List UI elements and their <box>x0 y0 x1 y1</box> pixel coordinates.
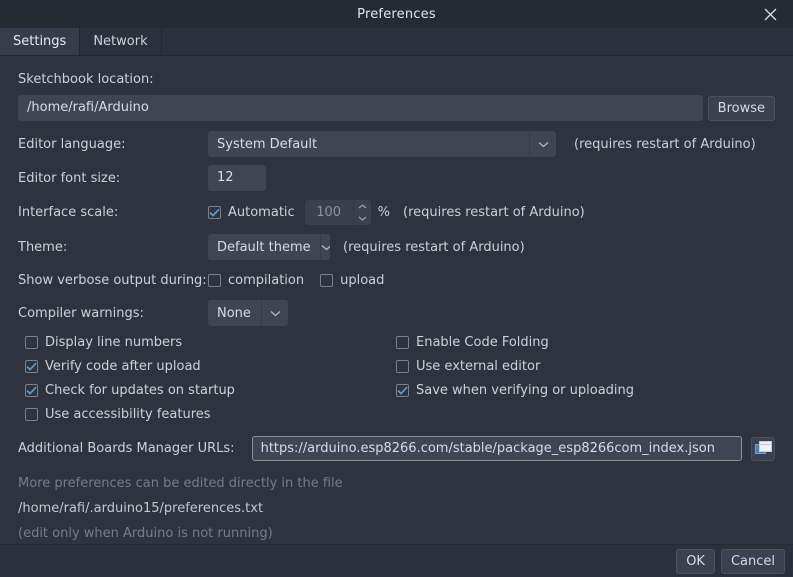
percent-sign: % <box>378 205 390 220</box>
theme-label: Theme: <box>18 240 208 255</box>
use-external-editor-checkbox[interactable]: Use external editor <box>396 359 634 374</box>
compiler-warnings-value: None <box>208 300 261 326</box>
editor-language-row: Editor language: System Default (require… <box>18 131 775 157</box>
tab-network[interactable]: Network <box>80 28 161 55</box>
preferences-file-path: /home/rafi/.arduino15/preferences.txt <box>18 501 263 516</box>
theme-value: Default theme <box>208 234 320 260</box>
tab-bar: Settings Network <box>0 28 793 56</box>
interface-scale-hint: (requires restart of Arduino) <box>403 205 585 220</box>
check-for-updates-checkbox[interactable]: Check for updates on startup <box>25 383 396 398</box>
editor-font-size-input[interactable] <box>208 165 266 191</box>
options-column-right: Enable Code Folding Use external editor … <box>396 335 634 422</box>
verbose-compilation-checkbox[interactable]: compilation <box>208 273 304 288</box>
display-line-numbers-label: Display line numbers <box>45 335 182 350</box>
checkbox-box <box>320 274 333 287</box>
footnote-line-1: More preferences can be edited directly … <box>18 476 343 491</box>
checkbox-box <box>396 360 409 373</box>
verbose-output-label: Show verbose output during: <box>18 273 208 288</box>
dialog-footer: OK Cancel <box>0 544 793 577</box>
theme-select[interactable]: Default theme <box>208 234 330 260</box>
use-accessibility-features-label: Use accessibility features <box>45 407 211 422</box>
verbose-upload-checkbox[interactable]: upload <box>320 273 384 288</box>
editor-font-size-row: Editor font size: <box>18 165 775 191</box>
checkbox-box <box>208 274 221 287</box>
theme-row: Theme: Default theme (requires restart o… <box>18 234 775 260</box>
title-bar: Preferences <box>0 0 793 28</box>
verify-code-after-upload-checkbox[interactable]: Verify code after upload <box>25 359 396 374</box>
tab-network-label: Network <box>93 34 147 49</box>
display-line-numbers-checkbox[interactable]: Display line numbers <box>25 335 396 350</box>
use-external-editor-label: Use external editor <box>416 359 540 374</box>
save-when-verifying-label: Save when verifying or uploading <box>416 383 634 398</box>
compiler-warnings-label: Compiler warnings: <box>18 306 208 321</box>
editor-language-value: System Default <box>208 131 529 157</box>
compiler-warnings-row: Compiler warnings: None <box>18 300 775 326</box>
close-icon[interactable] <box>753 0 787 28</box>
automatic-scale-label: Automatic <box>228 205 295 220</box>
boards-manager-urls-input[interactable] <box>252 436 743 461</box>
ok-button[interactable]: OK <box>676 549 715 574</box>
options-checkbox-grid: Display line numbers Verify code after u… <box>18 335 775 422</box>
editor-language-hint: (requires restart of Arduino) <box>574 137 756 152</box>
save-when-verifying-checkbox[interactable]: Save when verifying or uploading <box>396 383 634 398</box>
verify-code-after-upload-label: Verify code after upload <box>45 359 201 374</box>
tab-settings[interactable]: Settings <box>0 28 80 55</box>
editor-language-select[interactable]: System Default <box>208 131 556 157</box>
chevron-down-icon <box>529 131 556 157</box>
sketchbook-label-row: Sketchbook location: <box>18 68 775 90</box>
chevron-down-icon <box>320 234 330 260</box>
checkbox-box <box>25 384 38 397</box>
stepper-up-icon[interactable] <box>354 200 371 213</box>
chevron-down-icon <box>261 300 288 326</box>
cancel-button[interactable]: Cancel <box>721 549 785 574</box>
automatic-scale-checkbox[interactable]: Automatic <box>208 205 295 220</box>
editor-font-size-label: Editor font size: <box>18 171 208 186</box>
interface-scale-row: Interface scale: Automatic 100 <box>18 200 775 225</box>
enable-code-folding-label: Enable Code Folding <box>416 335 549 350</box>
enable-code-folding-checkbox[interactable]: Enable Code Folding <box>396 335 634 350</box>
theme-hint: (requires restart of Arduino) <box>343 240 525 255</box>
interface-scale-stepper[interactable]: 100 <box>305 200 371 225</box>
checkbox-box <box>396 384 409 397</box>
sketchbook-location-input[interactable] <box>18 95 703 121</box>
checkbox-box <box>25 336 38 349</box>
compiler-warnings-select[interactable]: None <box>208 300 288 326</box>
verbose-output-row: Show verbose output during: compilation … <box>18 269 775 291</box>
footnote-line-1-row: More preferences can be edited directly … <box>18 472 775 494</box>
checkbox-box <box>396 336 409 349</box>
sketchbook-location-label: Sketchbook location: <box>18 72 154 87</box>
interface-scale-value: 100 <box>305 200 353 225</box>
check-for-updates-label: Check for updates on startup <box>45 383 235 398</box>
use-accessibility-features-checkbox[interactable]: Use accessibility features <box>25 407 396 422</box>
sketchbook-row: Browse <box>18 95 775 121</box>
boards-manager-urls-label: Additional Boards Manager URLs: <box>18 441 235 456</box>
window-title: Preferences <box>357 7 436 22</box>
checkbox-box <box>208 206 221 219</box>
open-window-icon[interactable] <box>751 437 775 461</box>
settings-panel: Sketchbook location: Browse Editor langu… <box>0 56 793 544</box>
options-column-left: Display line numbers Verify code after u… <box>18 335 396 422</box>
preferences-dialog: Preferences Settings Network Sketchbook … <box>0 0 793 558</box>
footnote-line-3-row: (edit only when Arduino is not running) <box>18 522 775 544</box>
stepper-down-icon[interactable] <box>354 213 371 226</box>
interface-scale-label: Interface scale: <box>18 205 208 220</box>
tab-settings-label: Settings <box>13 34 66 49</box>
verbose-upload-label: upload <box>340 273 384 288</box>
checkbox-box <box>25 360 38 373</box>
boards-manager-urls-row: Additional Boards Manager URLs: <box>18 436 775 461</box>
browse-button[interactable]: Browse <box>708 96 775 121</box>
editor-language-label: Editor language: <box>18 137 208 152</box>
checkbox-box <box>25 408 38 421</box>
stepper-buttons <box>353 200 371 225</box>
footnote-line-2-row: /home/rafi/.arduino15/preferences.txt <box>18 497 775 519</box>
footnote-line-3: (edit only when Arduino is not running) <box>18 526 273 541</box>
verbose-compilation-label: compilation <box>228 273 304 288</box>
